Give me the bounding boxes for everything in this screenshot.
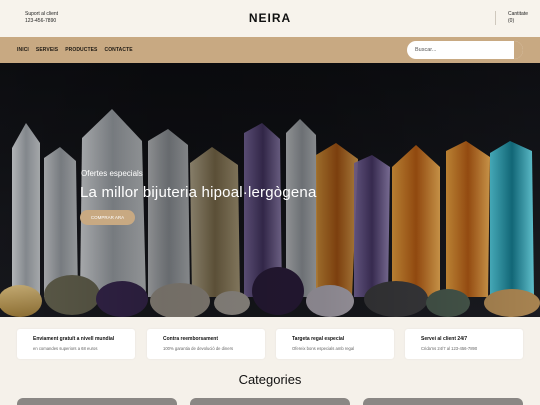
feature-card-gift: Targeta regal especial Ofereix bons espe… xyxy=(276,329,394,359)
brand-logo[interactable]: NEIRA xyxy=(0,11,540,25)
feature-title: Contra reemborsament xyxy=(163,336,219,342)
cart-count: (0) xyxy=(508,18,515,24)
nav-item-serveis[interactable]: SERVEIS xyxy=(36,47,58,53)
feature-description: en comandes superiors a 68 euros xyxy=(33,346,98,351)
nav-item-productes[interactable]: PRODUCTES xyxy=(65,47,97,53)
search-button[interactable] xyxy=(514,41,523,59)
hero-banner: Ofertes especials La millor bijuteria hi… xyxy=(0,63,540,317)
cart-button[interactable]: Cantitate (0) xyxy=(508,11,528,25)
nav-links: INICI SERVEIS PRODUCTES CONTACTE xyxy=(17,47,133,53)
cart-label: Cantitate xyxy=(508,11,529,17)
feature-title: Targeta regal especial xyxy=(292,336,345,342)
search-box xyxy=(407,41,523,59)
feature-title: Servei al client 24/7 xyxy=(421,336,468,342)
category-card[interactable] xyxy=(17,398,177,405)
feature-description: Crida'ns 24/7 al 123-456-7890 xyxy=(421,346,478,351)
hero-subtitle: Ofertes especials xyxy=(81,169,143,178)
divider xyxy=(495,11,496,25)
category-card[interactable] xyxy=(190,398,350,405)
category-card[interactable] xyxy=(363,398,523,405)
nav-item-contacte[interactable]: CONTACTE xyxy=(104,47,132,53)
feature-card-shipping: Enviament gratuït a nivell mundial en co… xyxy=(17,329,135,359)
feature-card-refund: Contra reemborsament 100% garantia de de… xyxy=(147,329,265,359)
feature-title: Enviament gratuït a nivell mundial xyxy=(33,336,115,342)
features-strip: Enviament gratuït a nivell mundial en co… xyxy=(0,317,540,377)
hero-title: La millor bijuteria hipoal·lergògena xyxy=(80,184,317,201)
top-header: Suport al client 123-456-7890 NEIRA Cant… xyxy=(0,0,540,37)
feature-description: 100% garantia de devolució de diners xyxy=(163,346,234,351)
search-input[interactable] xyxy=(415,45,511,55)
feature-description: Ofereix bons especials amb regal xyxy=(292,346,355,351)
shop-now-button[interactable]: COMPRAR ARA xyxy=(80,210,135,225)
nav-item-inici[interactable]: INICI xyxy=(17,47,29,53)
categories-heading: Categories xyxy=(238,372,302,387)
feature-card-support: Servei al client 24/7 Crida'ns 24/7 al 1… xyxy=(405,329,523,359)
